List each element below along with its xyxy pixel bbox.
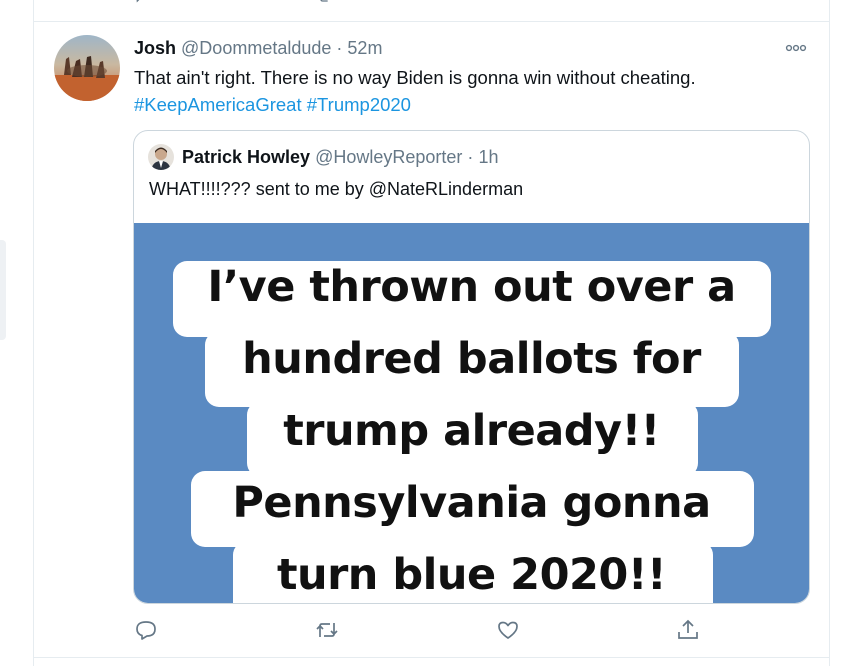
- quoted-author-handle[interactable]: @HowleyReporter: [315, 147, 462, 167]
- previous-tweet-actions: [134, 0, 708, 6]
- reply-icon[interactable]: [134, 0, 154, 6]
- tweet-header: Josh @Doommetaldude · 52m: [134, 37, 382, 59]
- reply-icon[interactable]: [134, 618, 158, 642]
- quoted-avatar-image: [148, 144, 174, 170]
- image-text-line: trump already!!: [283, 406, 660, 456]
- image-text-lines: I’ve thrown out over a hundred ballots f…: [134, 251, 809, 603]
- quoted-avatar[interactable]: [148, 144, 174, 170]
- quoted-text: WHAT!!!!??? sent to me by @NateRLinderma…: [149, 179, 524, 199]
- quoted-header: Patrick Howley @HowleyReporter · 1h: [182, 146, 498, 168]
- tweet-actions: [134, 618, 714, 644]
- image-text-line: Pennsylvania gonna: [232, 478, 711, 528]
- author-name[interactable]: Josh: [134, 38, 176, 58]
- tweet-time[interactable]: 52m: [347, 38, 382, 58]
- quoted-separator-dot: ·: [467, 147, 474, 167]
- more-options-icon[interactable]: [785, 42, 807, 54]
- tweet-text-body: That ain't right. There is no way Biden …: [134, 67, 696, 88]
- share-icon[interactable]: [680, 0, 700, 6]
- retweet-icon[interactable]: [316, 0, 336, 6]
- share-icon[interactable]: [676, 618, 700, 642]
- tweet-divider: [33, 657, 830, 658]
- tweet[interactable]: Josh @Doommetaldude · 52m That ain't rig…: [34, 22, 829, 657]
- hashtag-list: #KeepAmericaGreat #Trump2020: [134, 91, 814, 118]
- image-text-line: I’ve thrown out over a: [207, 262, 736, 312]
- tweet-text: That ain't right. There is no way Biden …: [134, 64, 814, 118]
- like-icon[interactable]: [498, 0, 518, 6]
- author-handle[interactable]: @Doommetaldude: [181, 38, 331, 58]
- quoted-author-name[interactable]: Patrick Howley: [182, 147, 310, 167]
- quoted-image[interactable]: I’ve thrown out over a hundred ballots f…: [134, 223, 809, 603]
- retweet-icon[interactable]: [315, 618, 339, 642]
- image-text-line: turn blue 2020!!: [276, 550, 667, 600]
- left-panel-edge: [0, 240, 6, 340]
- timeline-border-right: [829, 0, 830, 666]
- quoted-time[interactable]: 1h: [478, 147, 498, 167]
- image-text-line: hundred ballots for: [242, 334, 701, 384]
- avatar-image: [54, 35, 120, 101]
- quoted-tweet[interactable]: Patrick Howley @HowleyReporter · 1h WHAT…: [133, 130, 810, 604]
- hashtag-trump2020[interactable]: #Trump2020: [307, 94, 411, 115]
- hashtag-keepamericagreat[interactable]: #KeepAmericaGreat: [134, 94, 302, 115]
- separator-dot: ·: [336, 38, 343, 58]
- like-icon[interactable]: [496, 618, 520, 642]
- avatar[interactable]: [54, 35, 120, 101]
